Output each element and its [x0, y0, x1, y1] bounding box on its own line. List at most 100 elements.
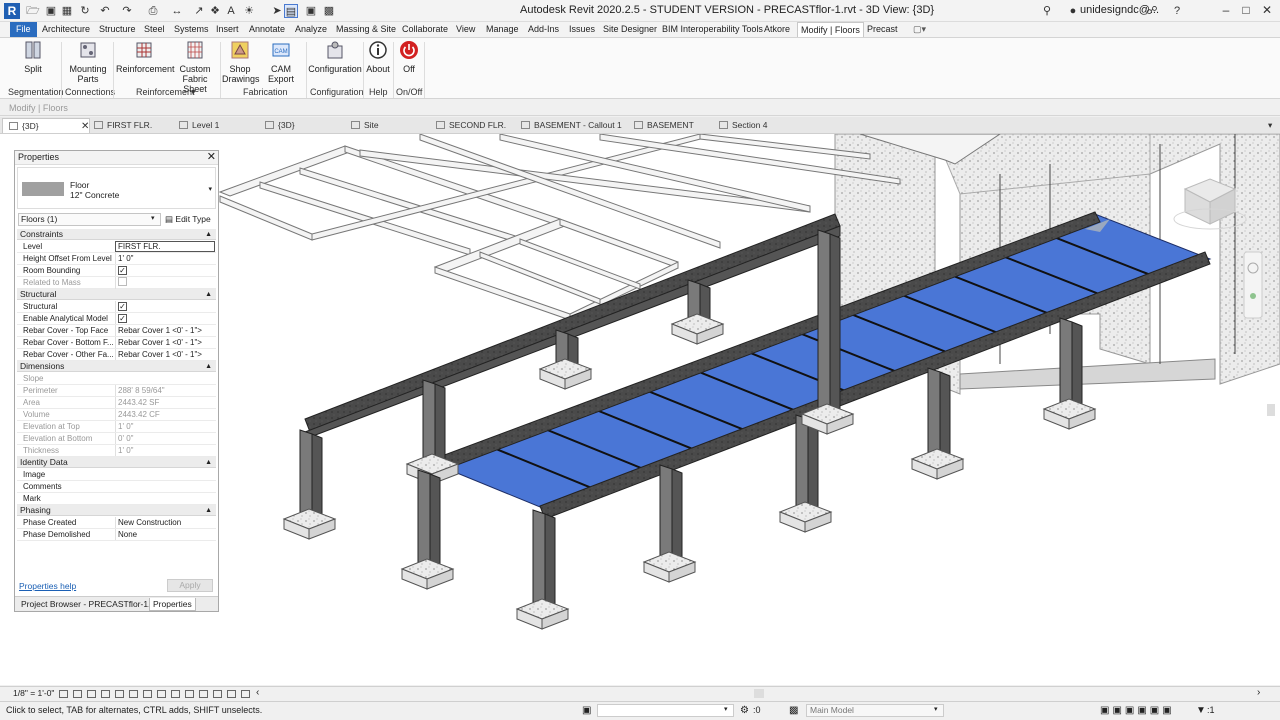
crop-view-icon[interactable]	[129, 690, 138, 698]
level-value-field[interactable]: FIRST FLR.	[115, 241, 215, 252]
reveal-hidden-icon[interactable]	[185, 690, 194, 698]
prop-rebar-other[interactable]: Rebar Cover - Other Fa... Rebar Cover 1 <…	[17, 349, 216, 361]
group-phasing[interactable]: Phasing ▲	[17, 505, 216, 516]
tab-systems[interactable]: Systems	[171, 22, 212, 37]
prop-level[interactable]: Level FIRST FLR.	[17, 241, 216, 253]
view-tab-level-1[interactable]: Level 1	[179, 118, 219, 133]
prop-phase-demolished[interactable]: Phase Demolished None	[17, 529, 216, 541]
reinforcement-button[interactable]: Reinforcement	[116, 40, 175, 74]
chevron-down-icon[interactable]: ▾	[724, 705, 728, 713]
column[interactable]	[282, 429, 337, 540]
editing-requests-icon[interactable]: ⚙	[740, 705, 749, 716]
type-selector[interactable]: Floor 12" Concrete ▾	[17, 167, 216, 209]
chevron-down-icon[interactable]: ▾	[191, 87, 196, 98]
tab-collaborate[interactable]: Collaborate	[399, 22, 451, 37]
folder-icon[interactable]: ▣	[44, 4, 58, 18]
3d-view-icon[interactable]: ☀	[242, 4, 256, 18]
tab-file[interactable]: File	[10, 22, 37, 37]
prop-phase-created[interactable]: Phase Created New Construction	[17, 517, 216, 529]
view-tab-basement[interactable]: BASEMENT	[634, 118, 694, 133]
collapse-icon[interactable]: ▲	[205, 289, 212, 300]
view-tab-3d-active[interactable]: {3D} ✕	[2, 118, 90, 133]
tab-manage[interactable]: Manage	[483, 22, 522, 37]
workset-dropdown[interactable]	[597, 704, 734, 717]
view-tab-first-flr[interactable]: FIRST FLR.	[94, 118, 152, 133]
user-icon[interactable]: ●	[1066, 4, 1080, 18]
undo-icon[interactable]: ↶	[98, 4, 112, 18]
open-icon[interactable]: 🗁	[26, 4, 40, 18]
prop-comments[interactable]: Comments	[17, 481, 216, 493]
selection-toggles-icon[interactable]: ▣▣▣▣▣▣	[1100, 705, 1175, 716]
configuration-button[interactable]: Configuration	[308, 40, 362, 74]
prop-value[interactable]: 1' 0"	[115, 253, 215, 264]
navigation-bar[interactable]	[1243, 251, 1263, 319]
edit-type-button[interactable]: ▤ Edit Type	[165, 213, 211, 226]
prop-room-bounding[interactable]: Room Bounding ✓	[17, 265, 216, 277]
thin-lines-icon[interactable]: ▤	[284, 4, 298, 18]
mounting-parts-button[interactable]: Mounting Parts	[66, 40, 110, 84]
analytical-checkbox[interactable]: ✓	[118, 314, 127, 323]
apply-button[interactable]: Apply	[167, 579, 213, 592]
group-constraints[interactable]: Constraints ▲	[17, 229, 216, 240]
section-icon[interactable]: ➤	[270, 4, 284, 18]
revit-logo-icon[interactable]: R	[4, 3, 20, 19]
measure-icon[interactable]: ↔	[170, 4, 184, 18]
off-button[interactable]: Off	[396, 40, 422, 74]
sync-icon[interactable]: ↻	[78, 4, 92, 18]
tab-site-designer[interactable]: Site Designer	[600, 22, 660, 37]
tab-view[interactable]: View	[453, 22, 478, 37]
collapse-icon[interactable]: ▲	[205, 361, 212, 372]
tab-atkore[interactable]: Atkore	[761, 22, 793, 37]
switch-windows-icon[interactable]: ▩	[322, 4, 336, 18]
group-identity-data[interactable]: Identity Data ▲	[17, 457, 216, 468]
split-button[interactable]: Split	[18, 40, 48, 74]
column[interactable]	[400, 469, 455, 590]
help-icon[interactable]: ?	[1170, 4, 1184, 18]
chevron-down-icon[interactable]: ▾	[151, 214, 155, 222]
close-icon[interactable]: ✕	[207, 151, 216, 164]
minimize-icon[interactable]: –	[1218, 2, 1234, 18]
print-icon[interactable]: ⎙	[146, 4, 160, 18]
horizontal-scrollbar-thumb[interactable]	[754, 689, 764, 698]
worksharing-display-icon[interactable]	[199, 690, 208, 698]
tab-architecture[interactable]: Architecture	[39, 22, 93, 37]
chevron-down-icon[interactable]: ▾	[208, 185, 212, 193]
reveal-constraints-icon[interactable]	[241, 690, 250, 698]
tab-analyze[interactable]: Analyze	[292, 22, 330, 37]
prop-analytical[interactable]: Enable Analytical Model ✓	[17, 313, 216, 325]
column[interactable]	[515, 509, 570, 630]
close-hidden-icon[interactable]: ▣	[304, 4, 318, 18]
sun-path-icon[interactable]	[87, 690, 96, 698]
prop-mark[interactable]: Mark	[17, 493, 216, 505]
collapse-icon[interactable]: ▲	[205, 457, 212, 468]
lock-view-icon[interactable]	[157, 690, 166, 698]
properties-header[interactable]: Properties ✕	[15, 151, 218, 165]
prop-rebar-top[interactable]: Rebar Cover - Top Face Rebar Cover 1 <0' …	[17, 325, 216, 337]
search-icon[interactable]: ⚲	[1040, 4, 1054, 18]
about-button[interactable]: About	[364, 40, 392, 74]
tab-add-ins[interactable]: Add-Ins	[525, 22, 562, 37]
group-dimensions[interactable]: Dimensions ▲	[17, 361, 216, 372]
text-icon[interactable]: A	[224, 4, 238, 18]
worksets-icon[interactable]: ▣	[582, 705, 591, 716]
room-bounding-checkbox[interactable]: ✓	[118, 266, 127, 275]
tab-project-browser[interactable]: Project Browser - PRECASTflor-1.rvt	[18, 598, 163, 611]
prop-rebar-bottom[interactable]: Rebar Cover - Bottom F... Rebar Cover 1 <…	[17, 337, 216, 349]
tab-issues[interactable]: Issues	[566, 22, 598, 37]
tab-structure[interactable]: Structure	[96, 22, 139, 37]
properties-help-link[interactable]: Properties help	[19, 581, 76, 591]
prop-value[interactable]: Rebar Cover 1 <0' - 1">	[115, 337, 215, 348]
tab-insert[interactable]: Insert	[213, 22, 242, 37]
save-icon[interactable]: ▦	[60, 4, 74, 18]
detail-level-icon[interactable]	[59, 690, 68, 698]
scroll-left-icon[interactable]: ‹	[256, 687, 259, 698]
cam-export-button[interactable]: CAM CAM Export	[258, 40, 304, 84]
collapse-icon[interactable]: ▲	[205, 229, 212, 240]
show-crop-icon[interactable]	[143, 690, 152, 698]
custom-fabric-sheet-button[interactable]: Custom Fabric Sheet	[172, 40, 218, 94]
structural-checkbox[interactable]: ✓	[118, 302, 127, 311]
tab-annotate[interactable]: Annotate	[246, 22, 288, 37]
collapse-icon[interactable]: ▲	[205, 505, 212, 516]
filter-icon[interactable]: ▼	[1196, 705, 1206, 716]
chevron-down-icon[interactable]: ▾	[934, 705, 938, 713]
